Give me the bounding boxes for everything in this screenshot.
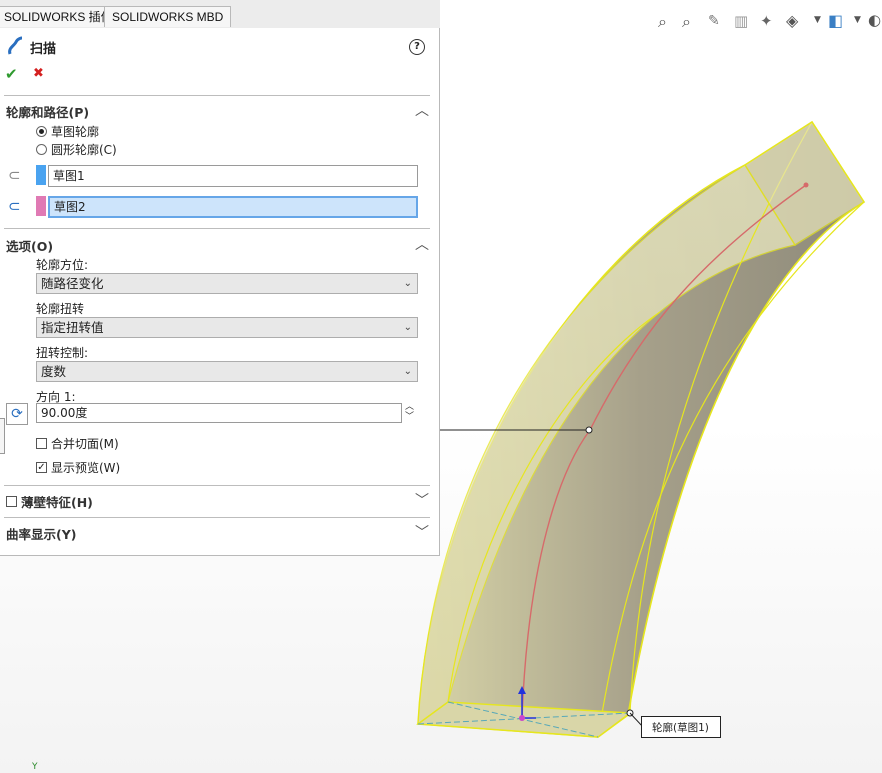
- divider: [4, 95, 430, 96]
- display-style-icon[interactable]: ◧: [828, 11, 843, 30]
- sweep-property-manager: 扫描 ? ✔ ✖ 轮廓和路径(P) ︿ 草图轮廓 圆形轮廓(C) ⊂ 草图1 ⊂…: [0, 28, 440, 556]
- view-orientation-icon[interactable]: ◈: [786, 11, 798, 30]
- cancel-button[interactable]: ✖: [33, 66, 44, 81]
- tab-solidworks-mbd[interactable]: SOLIDWORKS MBD: [104, 6, 232, 27]
- show-preview-checkbox[interactable]: ✓ 显示预览(W): [36, 459, 120, 476]
- view-toolbar: ⌕ ⌕ ✎ ▥ ✦ ◈ ▼ ◧ ▼ ◐: [656, 10, 882, 32]
- dynamic-annotation-icon[interactable]: ✦: [760, 12, 773, 30]
- profile-callout[interactable]: 轮廓(草图1): [641, 716, 721, 738]
- profile-twist-select[interactable]: 指定扭转值 ⌄: [36, 317, 418, 338]
- merge-tangent-checkbox[interactable]: 合并切面(M): [36, 435, 119, 452]
- radio-selected-icon: [36, 126, 47, 137]
- divider: [4, 228, 430, 229]
- select-value: 度数: [41, 364, 67, 379]
- section-header-options[interactable]: 选项(O): [6, 236, 53, 255]
- section-header-curvature[interactable]: 曲率显示(Y): [6, 524, 76, 543]
- collapse-chevron-icon[interactable]: ︿: [415, 234, 429, 254]
- radio-label: 圆形轮廓(C): [51, 143, 117, 157]
- reverse-direction-icon[interactable]: ⟳: [6, 403, 28, 425]
- select-value: 随路径变化: [41, 276, 104, 291]
- profile-icon: ⊂: [8, 166, 21, 184]
- hide-show-icon[interactable]: ◐: [868, 11, 881, 29]
- radio-label: 草图轮廓: [51, 125, 100, 139]
- zoom-to-fit-icon[interactable]: ⌕: [658, 12, 667, 32]
- panel-splitter-handle[interactable]: [0, 418, 5, 454]
- expand-chevron-icon[interactable]: ﹀: [415, 522, 429, 542]
- divider: [4, 517, 430, 518]
- divider: [4, 485, 430, 486]
- profile-selection-box[interactable]: 草图1: [48, 165, 418, 187]
- previous-view-icon[interactable]: ✎: [708, 13, 720, 29]
- command-manager-tabs: SOLIDWORKS 插件 SOLIDWORKS MBD: [0, 0, 440, 29]
- chevron-down-icon: ⌄: [403, 366, 412, 377]
- profile-twist-label: 轮廓扭转: [36, 302, 85, 316]
- checkbox-unchecked-icon: [36, 438, 47, 449]
- select-value: 指定扭转值: [41, 320, 104, 335]
- twist-control-label: 扭转控制:: [36, 346, 89, 360]
- spin-arrows-icon[interactable]: ︿ ﹀: [405, 402, 414, 422]
- section-header-thin-feature: 薄壁特征(H): [21, 495, 93, 510]
- radio-unselected-icon: [36, 144, 47, 155]
- path-color-swatch: [36, 196, 46, 216]
- help-icon[interactable]: ?: [409, 39, 425, 55]
- y-axis-label: Y: [32, 762, 38, 772]
- section-view-icon[interactable]: ▥: [734, 12, 748, 30]
- path-selection-box[interactable]: 草图2: [48, 196, 418, 218]
- callout-label: 轮廓(草图1): [652, 722, 709, 734]
- sweep-icon: [8, 36, 23, 55]
- dropdown-arrow-icon[interactable]: ▼: [854, 15, 861, 25]
- dropdown-arrow-icon[interactable]: ▼: [814, 15, 821, 25]
- radio-sketch-profile[interactable]: 草图轮廓: [36, 123, 99, 140]
- ok-button[interactable]: ✔: [5, 65, 18, 83]
- chevron-down-icon: ⌄: [403, 278, 412, 289]
- checkbox-checked-icon: ✓: [36, 462, 47, 473]
- chevron-down-icon: ⌄: [403, 322, 412, 333]
- radio-circular-profile[interactable]: 圆形轮廓(C): [36, 141, 117, 158]
- collapse-chevron-icon[interactable]: ︿: [415, 100, 429, 120]
- checkbox-label: 合并切面(M): [51, 437, 119, 451]
- profile-orientation-select[interactable]: 随路径变化 ⌄: [36, 273, 418, 294]
- tab-solidworks-addins[interactable]: SOLIDWORKS 插件: [0, 6, 121, 27]
- thin-feature-checkbox[interactable]: 薄壁特征(H): [6, 492, 93, 511]
- checkbox-label: 显示预览(W): [51, 461, 121, 475]
- section-header-profile-path[interactable]: 轮廓和路径(P): [6, 102, 89, 121]
- checkbox-unchecked-icon: [6, 496, 17, 507]
- expand-chevron-icon[interactable]: ﹀: [415, 490, 429, 510]
- path-icon: ⊂: [8, 197, 21, 215]
- twist-angle-input[interactable]: 90.00度: [36, 403, 402, 423]
- profile-orientation-label: 轮廓方位:: [36, 258, 89, 272]
- zoom-area-icon[interactable]: ⌕: [682, 12, 691, 32]
- profile-color-swatch: [36, 165, 46, 185]
- feature-title: 扫描: [30, 42, 57, 57]
- twist-control-select[interactable]: 度数 ⌄: [36, 361, 418, 382]
